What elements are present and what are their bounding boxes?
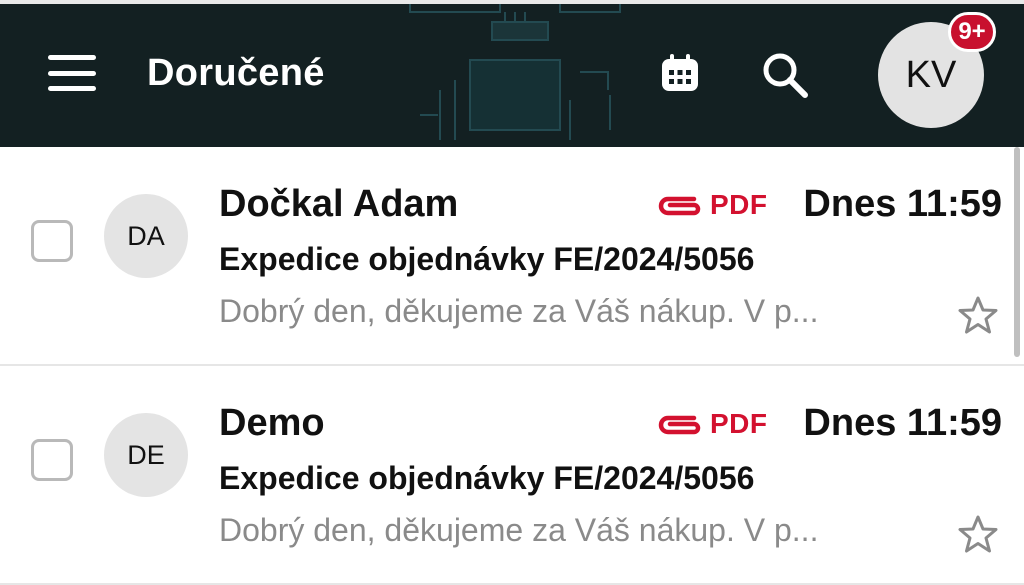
calendar-button[interactable] [656,50,704,98]
sender-initials: DA [127,220,165,251]
header-background-graphic [409,4,621,140]
message-row[interactable]: DA Dočkal Adam PDF Dnes 11:59 Expedice o… [0,147,1024,366]
sender-avatar: DE [104,413,188,497]
attachment-type-label: PDF [710,189,768,220]
message-preview: Dobrý den, děkujeme za Váš nákup. V p... [219,293,819,329]
calendar-icon [662,54,698,91]
paperclip-icon [658,196,701,216]
message-time: Dnes 11:59 [803,183,1002,225]
mail-app: Doručené KV 9+ DA Dočkal Adam PDF Dnes 1… [0,0,1024,585]
attachment-indicator: PDF [654,189,768,221]
hamburger-icon-bar [48,55,96,60]
notification-badge: 9+ [948,12,996,52]
sender-avatar: DA [104,194,188,278]
sender-name: Demo [219,402,325,444]
search-icon [763,53,808,98]
message-list: DA Dočkal Adam PDF Dnes 11:59 Expedice o… [0,147,1024,585]
account-initials: KV [905,53,957,96]
select-checkbox[interactable] [31,220,73,262]
star-button[interactable] [958,514,998,554]
menu-button[interactable] [48,52,98,94]
star-outline-icon [958,296,998,334]
attachment-indicator: PDF [654,408,768,440]
message-subject: Expedice objednávky FE/2024/5056 [219,460,755,496]
sender-initials: DE [127,439,165,470]
paperclip-icon [658,415,701,435]
message-row[interactable]: DE Demo PDF Dnes 11:59 Expedice objednáv… [0,366,1024,585]
attachment-type-label: PDF [710,408,768,439]
hamburger-icon-bar [48,86,96,91]
star-button[interactable] [958,295,998,335]
message-subject: Expedice objednávky FE/2024/5056 [219,241,755,277]
select-checkbox[interactable] [31,439,73,481]
star-outline-icon [958,515,998,553]
message-preview: Dobrý den, děkujeme za Váš nákup. V p... [219,512,819,548]
hamburger-icon-bar [48,70,96,76]
sender-name: Dočkal Adam [219,183,459,225]
message-time: Dnes 11:59 [803,402,1002,444]
search-button[interactable] [760,50,810,100]
status-divider [0,0,1024,4]
page-title: Doručené [147,52,325,94]
list-scrollbar[interactable] [1014,147,1020,357]
top-app-bar: Doručené KV 9+ [0,0,1024,147]
